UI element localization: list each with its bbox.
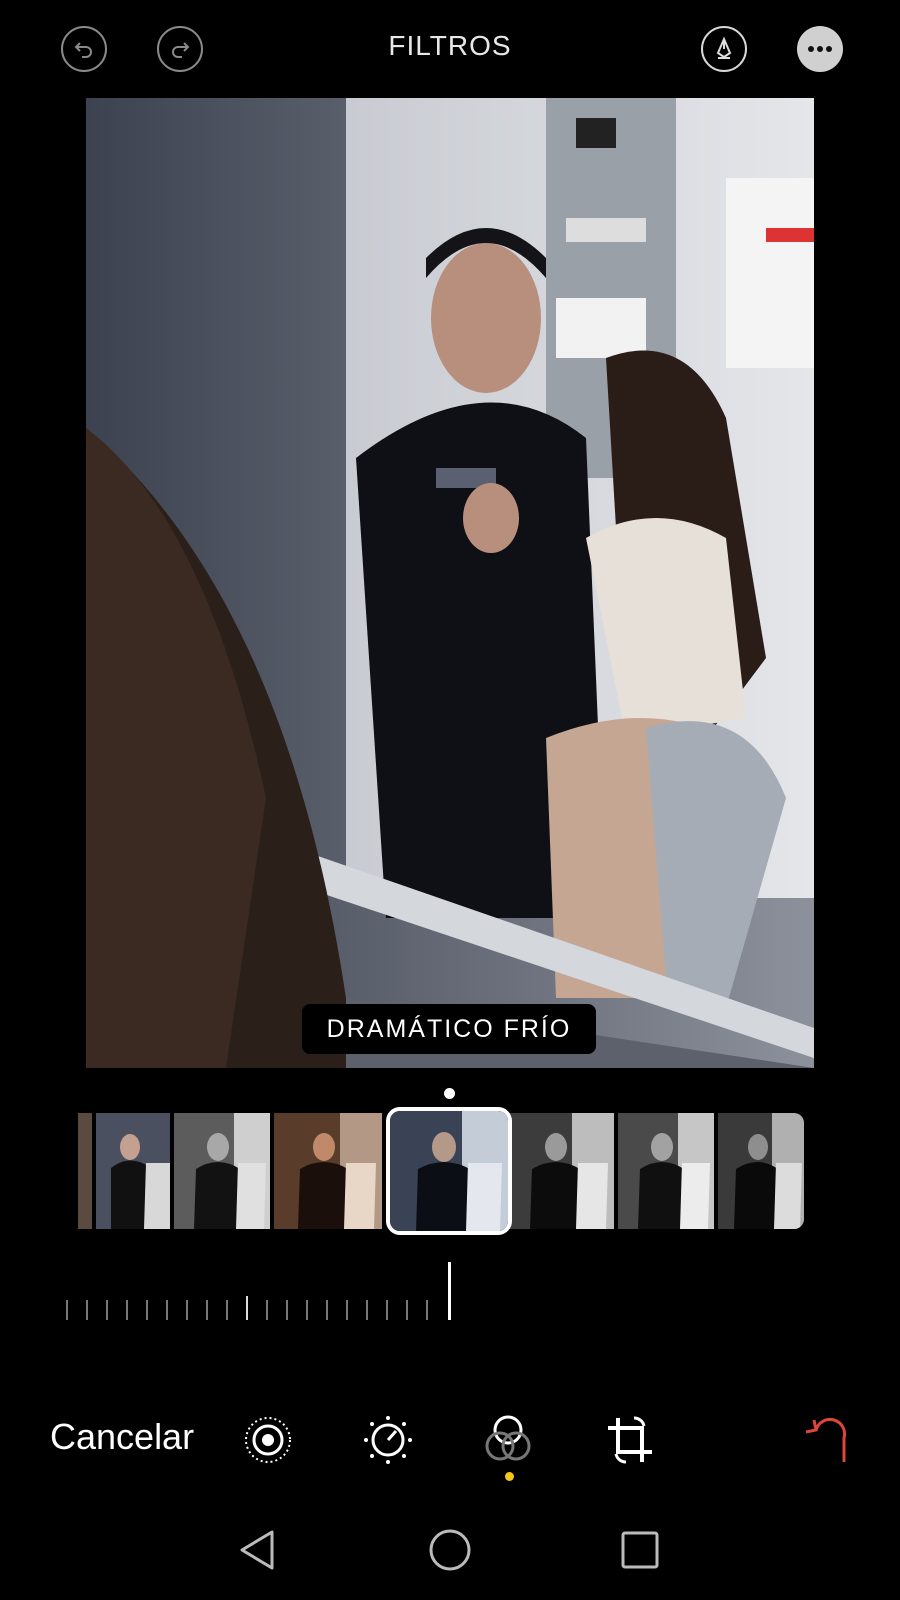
slider-tick [186,1300,188,1320]
filters-button[interactable] [480,1412,536,1468]
slider-tick [86,1300,88,1320]
live-photo-button[interactable] [240,1412,296,1468]
slider-tick [266,1300,268,1320]
slider-tick [106,1300,108,1320]
crop-button[interactable] [602,1412,658,1468]
system-back-button[interactable] [228,1520,288,1580]
slider-tick [66,1300,68,1320]
active-tool-indicator [505,1472,514,1481]
slider-tick [326,1300,328,1320]
filter-thumbnail-selected[interactable] [386,1107,512,1235]
revert-icon [805,1417,847,1462]
filter-position-dot [444,1088,455,1099]
adjust-button[interactable] [360,1412,416,1468]
slider-tick [366,1300,368,1320]
ellipsis-icon [808,46,832,52]
filter-thumbnail[interactable] [506,1113,614,1229]
cancel-button[interactable]: Cancelar [50,1416,194,1458]
system-home-button[interactable] [420,1520,480,1580]
home-circle-icon [429,1529,471,1571]
slider-tick [306,1300,308,1320]
live-photo-icon [245,1417,291,1463]
filter-thumbnail[interactable] [718,1113,804,1229]
slider-tick [206,1300,208,1320]
back-triangle-icon [240,1530,274,1570]
slider-tick [126,1300,128,1320]
filter-thumbnail[interactable] [78,1113,92,1229]
filter-thumbnail[interactable] [274,1113,382,1229]
slider-tick [246,1296,248,1320]
markup-button[interactable] [701,26,747,72]
slider-tick [406,1300,408,1320]
slider-thumb[interactable] [448,1262,451,1320]
pen-tip-icon [716,36,732,59]
filter-name-label: DRAMÁTICO FRÍO [302,1004,596,1054]
filter-thumbnail[interactable] [174,1113,270,1229]
crop-rotate-icon [608,1416,652,1464]
slider-tick [346,1300,348,1320]
slider-tick [386,1300,388,1320]
slider-tick [286,1300,288,1320]
photo-preview [86,98,814,1068]
recents-square-icon [621,1531,659,1569]
slider-tick [226,1300,228,1320]
adjust-dial-icon [364,1416,412,1464]
slider-tick [426,1300,428,1320]
slider-tick [146,1300,148,1320]
slider-tick [166,1300,168,1320]
more-button[interactable] [797,26,843,72]
filters-icon [485,1415,531,1461]
filter-thumbnail[interactable] [618,1113,714,1229]
revert-button[interactable] [798,1412,854,1468]
page-title: FILTROS [388,30,512,61]
system-recents-button[interactable] [610,1520,670,1580]
filter-intensity-slider[interactable] [60,1260,460,1320]
filter-thumbnail[interactable] [96,1113,170,1229]
